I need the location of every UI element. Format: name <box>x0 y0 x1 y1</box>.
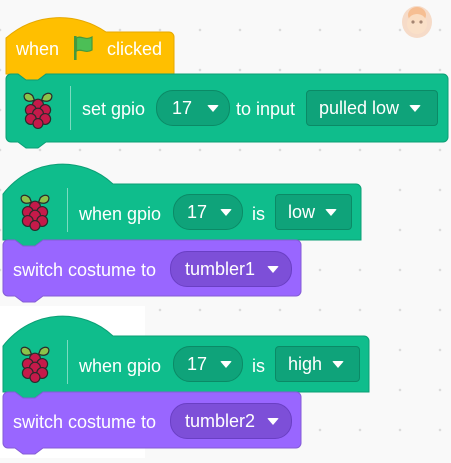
separator <box>70 86 71 130</box>
caret-down-icon <box>267 265 279 273</box>
when-gpio-label: when gpio <box>79 204 162 224</box>
costume-value: tumbler1 <box>184 258 256 279</box>
gpio-pin-value: 17 <box>186 353 208 374</box>
set-gpio-label: set gpio <box>82 99 146 119</box>
caret-down-icon <box>207 104 219 112</box>
when-gpio-label: when gpio <box>79 356 162 376</box>
to-input-label: to input <box>236 99 296 119</box>
clicked-label: clicked <box>107 39 163 59</box>
gpio-pin-value: 17 <box>171 97 193 118</box>
switch-costume-label: switch costume to <box>13 260 157 280</box>
raspberry-pi-icon <box>17 344 53 384</box>
costume-dropdown[interactable]: tumbler1 <box>170 251 292 287</box>
code-area[interactable]: when clicked set gpio 17 to input pulled… <box>0 0 451 463</box>
gpio-pin-dropdown[interactable]: 17 <box>173 346 243 382</box>
caret-down-icon <box>267 417 279 425</box>
separator <box>67 188 68 232</box>
input-mode-dropdown[interactable]: pulled low <box>306 90 438 126</box>
raspberry-pi-icon <box>17 192 53 232</box>
caret-down-icon <box>220 208 232 216</box>
gpio-state-dropdown[interactable]: high <box>275 346 360 382</box>
is-label: is <box>252 356 265 376</box>
caret-down-icon <box>325 208 338 216</box>
caret-down-icon <box>409 104 422 112</box>
separator <box>67 340 68 384</box>
is-label: is <box>252 204 265 224</box>
gpio-state-dropdown[interactable]: low <box>275 194 352 230</box>
sprite-avatar-icon[interactable] <box>399 2 435 40</box>
gpio-state-value: high <box>288 353 323 374</box>
green-flag-icon <box>70 34 96 62</box>
gpio-pin-dropdown[interactable]: 17 <box>156 90 230 126</box>
caret-down-icon <box>332 360 345 368</box>
raspberry-pi-icon <box>20 90 56 130</box>
gpio-state-value: low <box>288 201 316 222</box>
input-mode-value: pulled low <box>319 97 400 118</box>
gpio-pin-value: 17 <box>186 201 208 222</box>
switch-costume-label: switch costume to <box>13 412 157 432</box>
costume-dropdown[interactable]: tumbler2 <box>170 403 292 439</box>
costume-value: tumbler2 <box>184 410 256 431</box>
gpio-pin-dropdown[interactable]: 17 <box>173 194 243 230</box>
caret-down-icon <box>220 360 232 368</box>
when-label: when <box>16 39 60 59</box>
